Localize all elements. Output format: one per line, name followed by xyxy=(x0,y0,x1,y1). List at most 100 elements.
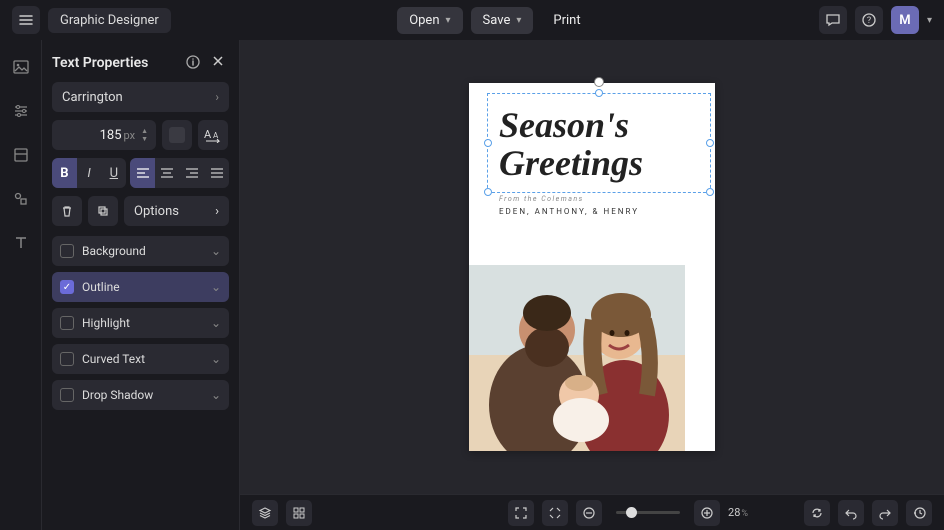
redo-icon xyxy=(878,506,892,520)
layers-icon xyxy=(258,506,272,520)
font-family-value: Carrington xyxy=(62,90,123,105)
align-center-button[interactable] xyxy=(155,158,180,188)
font-style-group: B I U xyxy=(52,158,126,188)
align-justify-button[interactable] xyxy=(204,158,229,188)
undo-button[interactable] xyxy=(838,500,864,526)
align-group xyxy=(130,158,229,188)
delete-button[interactable] xyxy=(52,196,82,226)
layers-button[interactable] xyxy=(252,500,278,526)
stepper-down[interactable]: ▼ xyxy=(141,136,148,143)
handle-right[interactable] xyxy=(706,139,714,147)
layout-tool[interactable] xyxy=(10,144,32,166)
zoom-in-icon xyxy=(700,506,714,520)
outline-toggle[interactable]: Outline ⌄ xyxy=(52,272,229,302)
fit-icon xyxy=(548,506,562,520)
font-size-unit: px xyxy=(124,129,136,142)
zoom-slider[interactable] xyxy=(616,511,680,514)
bold-button[interactable]: B xyxy=(52,158,77,188)
duplicate-button[interactable] xyxy=(88,196,118,226)
zoom-value: 28% xyxy=(728,506,748,519)
rotate-handle[interactable] xyxy=(594,77,604,87)
handle-left[interactable] xyxy=(484,139,492,147)
avatar[interactable]: M xyxy=(891,6,919,34)
fullscreen-icon xyxy=(514,506,528,520)
underline-button[interactable]: U xyxy=(101,158,126,188)
help-icon: ? xyxy=(861,12,877,28)
fit-button[interactable] xyxy=(542,500,568,526)
greeting-line-1[interactable]: Season's xyxy=(499,107,629,143)
undo-icon xyxy=(844,506,858,520)
font-family-select[interactable]: Carrington › xyxy=(52,82,229,112)
curved-text-toggle[interactable]: Curved Text ⌄ xyxy=(52,344,229,374)
menu-button[interactable] xyxy=(12,6,40,34)
trash-icon xyxy=(60,204,74,218)
comment-button[interactable] xyxy=(819,6,847,34)
highlight-toggle[interactable]: Highlight ⌄ xyxy=(52,308,229,338)
card-artboard[interactable]: Season's Greetings From the Colemans EDE… xyxy=(469,83,715,451)
history-button[interactable] xyxy=(906,500,932,526)
handle-bottom-right[interactable] xyxy=(706,188,714,196)
text-transform-button[interactable]: AA xyxy=(198,120,228,150)
save-label: Save xyxy=(483,13,511,28)
bottom-bar: 28% xyxy=(240,494,944,530)
align-right-button[interactable] xyxy=(180,158,205,188)
italic-button[interactable]: I xyxy=(77,158,102,188)
names-line[interactable]: EDEN, ANTHONY, & HENRY xyxy=(499,207,639,216)
copy-icon xyxy=(96,204,110,218)
fullscreen-button[interactable] xyxy=(508,500,534,526)
font-color-picker[interactable] xyxy=(162,120,192,150)
chevron-down-icon: ▾ xyxy=(446,15,451,26)
options-button[interactable]: Options › xyxy=(124,196,229,226)
sync-icon xyxy=(810,506,824,520)
avatar-caret-icon[interactable]: ▾ xyxy=(927,15,932,26)
canvas[interactable]: Season's Greetings From the Colemans EDE… xyxy=(240,40,944,494)
from-line[interactable]: From the Colemans xyxy=(499,195,584,203)
sync-button[interactable] xyxy=(804,500,830,526)
chevron-down-icon: ⌄ xyxy=(211,388,221,402)
zoom-in-button[interactable] xyxy=(694,500,720,526)
text-tool[interactable] xyxy=(10,232,32,254)
shapes-tool[interactable] xyxy=(10,188,32,210)
handle-bottom-left[interactable] xyxy=(484,188,492,196)
redo-button[interactable] xyxy=(872,500,898,526)
top-bar: Graphic Designer Open ▾ Save ▾ Print ? M… xyxy=(0,0,944,40)
checkbox-icon xyxy=(60,244,74,258)
close-icon xyxy=(211,54,225,68)
print-button[interactable]: Print xyxy=(541,7,592,34)
highlight-label: Highlight xyxy=(82,316,130,330)
align-right-icon xyxy=(185,167,199,179)
zoom-out-button[interactable] xyxy=(576,500,602,526)
checkbox-icon xyxy=(60,280,74,294)
align-left-button[interactable] xyxy=(130,158,155,188)
info-button[interactable] xyxy=(185,54,203,72)
image-tool[interactable] xyxy=(10,56,32,78)
chevron-right-icon: › xyxy=(215,90,219,104)
image-icon xyxy=(12,58,30,76)
grid-button[interactable] xyxy=(286,500,312,526)
background-toggle[interactable]: Background ⌄ xyxy=(52,236,229,266)
layout-icon xyxy=(12,146,30,164)
align-justify-icon xyxy=(210,167,224,179)
checkbox-icon xyxy=(60,352,74,366)
menu-icon xyxy=(19,13,33,27)
align-left-icon xyxy=(136,167,150,179)
save-button[interactable]: Save ▾ xyxy=(471,7,534,34)
font-size-input[interactable]: 185 px ▲ ▼ xyxy=(52,120,156,150)
text-properties-panel: Text Properties Carrington › 185 px ▲ ▼ … xyxy=(42,40,240,530)
close-panel-button[interactable] xyxy=(211,54,229,72)
panel-title: Text Properties xyxy=(52,55,177,71)
chevron-down-icon: ⌄ xyxy=(211,352,221,366)
options-label: Options xyxy=(134,204,179,219)
handle-top[interactable] xyxy=(595,89,603,97)
open-button[interactable]: Open ▾ xyxy=(397,7,462,34)
align-center-icon xyxy=(160,167,174,179)
background-label: Background xyxy=(82,244,146,258)
photo[interactable] xyxy=(469,265,685,451)
chevron-right-icon: › xyxy=(215,204,219,219)
zoom-knob[interactable] xyxy=(626,507,637,518)
help-button[interactable]: ? xyxy=(855,6,883,34)
greeting-line-2[interactable]: Greetings xyxy=(499,145,643,181)
drop-shadow-toggle[interactable]: Drop Shadow ⌄ xyxy=(52,380,229,410)
stepper-up[interactable]: ▲ xyxy=(141,128,148,135)
adjust-tool[interactable] xyxy=(10,100,32,122)
